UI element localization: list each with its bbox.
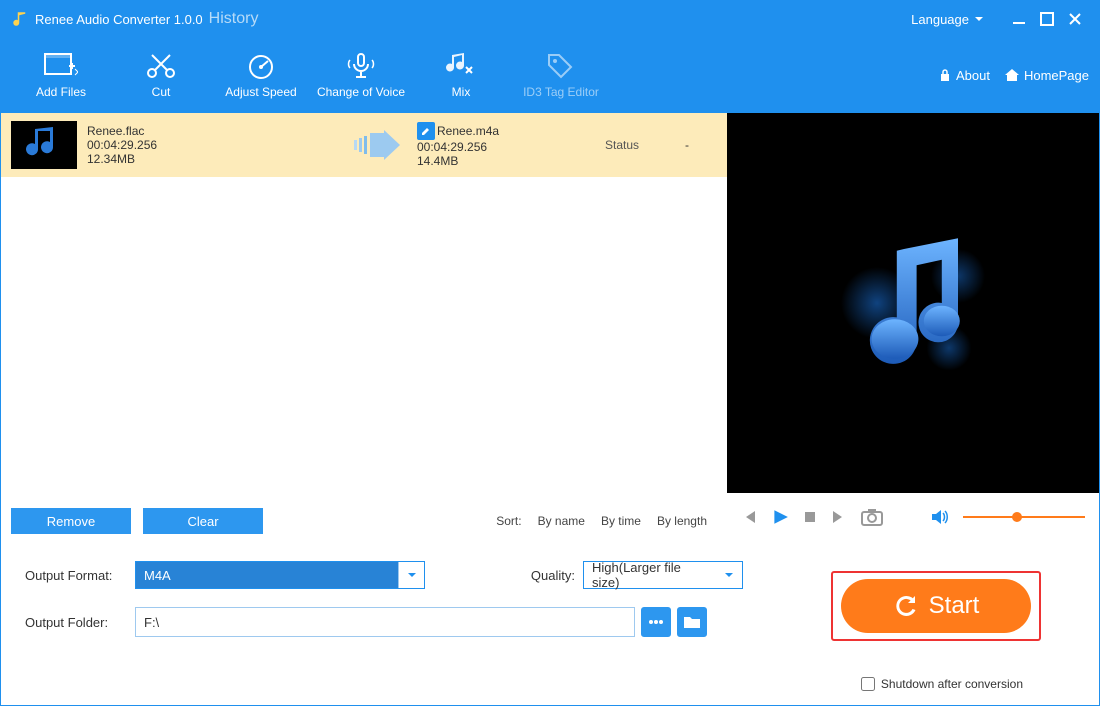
chevron-down-icon[interactable] (398, 562, 424, 588)
destination-duration: 00:04:29.256 (417, 140, 587, 154)
home-icon (1004, 68, 1020, 82)
app-title: Renee Audio Converter 1.0.0 (35, 12, 203, 27)
sort-by-length[interactable]: By length (657, 514, 707, 528)
quality-select[interactable]: High(Larger file size) (583, 561, 743, 589)
status-value: - (657, 138, 717, 152)
output-folder-input[interactable]: F:\ (135, 607, 635, 637)
language-label: Language (911, 12, 969, 27)
tag-icon (511, 51, 611, 81)
clear-button[interactable]: Clear (143, 508, 263, 534)
volume-slider[interactable] (963, 516, 1085, 518)
homepage-link[interactable]: HomePage (1004, 68, 1089, 83)
header-links: About HomePage (938, 68, 1089, 83)
preview-panel (727, 113, 1099, 541)
status-header: Status (587, 138, 657, 152)
main-area: Renee.flac 00:04:29.256 12.34MB Renee.m4… (1, 113, 1099, 541)
start-button[interactable]: Start (841, 579, 1031, 633)
language-dropdown[interactable]: Language (911, 12, 985, 27)
footer-panel: Output Format: M4A Quality: High(Larger … (1, 541, 1099, 705)
close-button[interactable] (1061, 5, 1089, 33)
refresh-icon (893, 593, 919, 619)
snapshot-button[interactable] (861, 508, 883, 526)
file-row[interactable]: Renee.flac 00:04:29.256 12.34MB Renee.m4… (1, 113, 727, 177)
destination-info: Renee.m4a 00:04:29.256 14.4MB (417, 122, 587, 168)
destination-size: 14.4MB (417, 154, 587, 168)
source-filename: Renee.flac (87, 124, 337, 138)
adjust-speed-label: Adjust Speed (211, 85, 311, 99)
mix-icon (411, 51, 511, 81)
output-format-value: M4A (136, 568, 398, 583)
chevron-down-icon (973, 13, 985, 25)
shutdown-check-input[interactable] (861, 677, 875, 691)
output-folder-label: Output Folder: (25, 615, 135, 630)
edit-output-icon[interactable] (417, 122, 435, 140)
sort-controls: Sort: By name By time By length (496, 514, 707, 528)
list-footer: Remove Clear Sort: By name By time By le… (1, 501, 727, 541)
app-logo-icon (11, 10, 29, 28)
maximize-button[interactable] (1033, 5, 1061, 33)
output-format-select[interactable]: M4A (135, 561, 425, 589)
film-add-icon (11, 51, 111, 81)
file-list: Renee.flac 00:04:29.256 12.34MB Renee.m4… (1, 113, 727, 541)
microphone-icon (311, 51, 411, 81)
about-label: About (956, 68, 990, 83)
title-bar: Renee Audio Converter 1.0.0 History Lang… (1, 1, 1099, 37)
shutdown-checkbox[interactable]: Shutdown after conversion (861, 677, 1023, 691)
stop-button[interactable] (803, 510, 817, 524)
cut-button[interactable]: Cut (111, 51, 211, 99)
music-note-icon (823, 213, 1003, 393)
sort-by-time[interactable]: By time (601, 514, 641, 528)
quality-label: Quality: (465, 568, 575, 583)
volume-icon[interactable] (931, 509, 949, 525)
source-duration: 00:04:29.256 (87, 138, 337, 152)
sort-by-name[interactable]: By name (538, 514, 585, 528)
gauge-icon (211, 51, 311, 81)
prev-button[interactable] (741, 509, 757, 525)
about-link[interactable]: About (938, 68, 990, 83)
start-highlight: Start (831, 571, 1041, 641)
toolbar: Add Files Cut Adjust Speed Change of Voi… (1, 37, 1099, 113)
cut-label: Cut (111, 85, 211, 99)
output-folder-value: F:\ (144, 615, 159, 630)
add-files-label: Add Files (11, 85, 111, 99)
adjust-speed-button[interactable]: Adjust Speed (211, 51, 311, 99)
chevron-down-icon[interactable] (716, 562, 742, 588)
browse-folder-button[interactable] (677, 607, 707, 637)
output-format-label: Output Format: (25, 568, 135, 583)
lock-icon (938, 68, 952, 82)
player-controls (727, 493, 1099, 541)
next-button[interactable] (831, 509, 847, 525)
change-voice-button[interactable]: Change of Voice (311, 51, 411, 99)
arrow-icon (337, 130, 417, 160)
mix-label: Mix (411, 85, 511, 99)
history-link[interactable]: History (209, 10, 259, 28)
shutdown-label: Shutdown after conversion (881, 677, 1023, 691)
scissors-icon (111, 51, 211, 81)
id3-tag-button: ID3 Tag Editor (511, 51, 611, 99)
destination-filename: Renee.m4a (437, 124, 499, 138)
mix-button[interactable]: Mix (411, 51, 511, 99)
source-info: Renee.flac 00:04:29.256 12.34MB (87, 124, 337, 166)
change-voice-label: Change of Voice (311, 85, 411, 99)
source-size: 12.34MB (87, 152, 337, 166)
more-button[interactable] (641, 607, 671, 637)
start-label: Start (929, 592, 980, 620)
sort-label: Sort: (496, 514, 521, 528)
id3-label: ID3 Tag Editor (511, 85, 611, 99)
play-button[interactable] (771, 508, 789, 526)
quality-value: High(Larger file size) (584, 560, 716, 590)
add-files-button[interactable]: Add Files (11, 51, 111, 99)
file-thumbnail (11, 121, 77, 169)
preview-canvas (727, 113, 1099, 493)
minimize-button[interactable] (1005, 5, 1033, 33)
homepage-label: HomePage (1024, 68, 1089, 83)
remove-button[interactable]: Remove (11, 508, 131, 534)
